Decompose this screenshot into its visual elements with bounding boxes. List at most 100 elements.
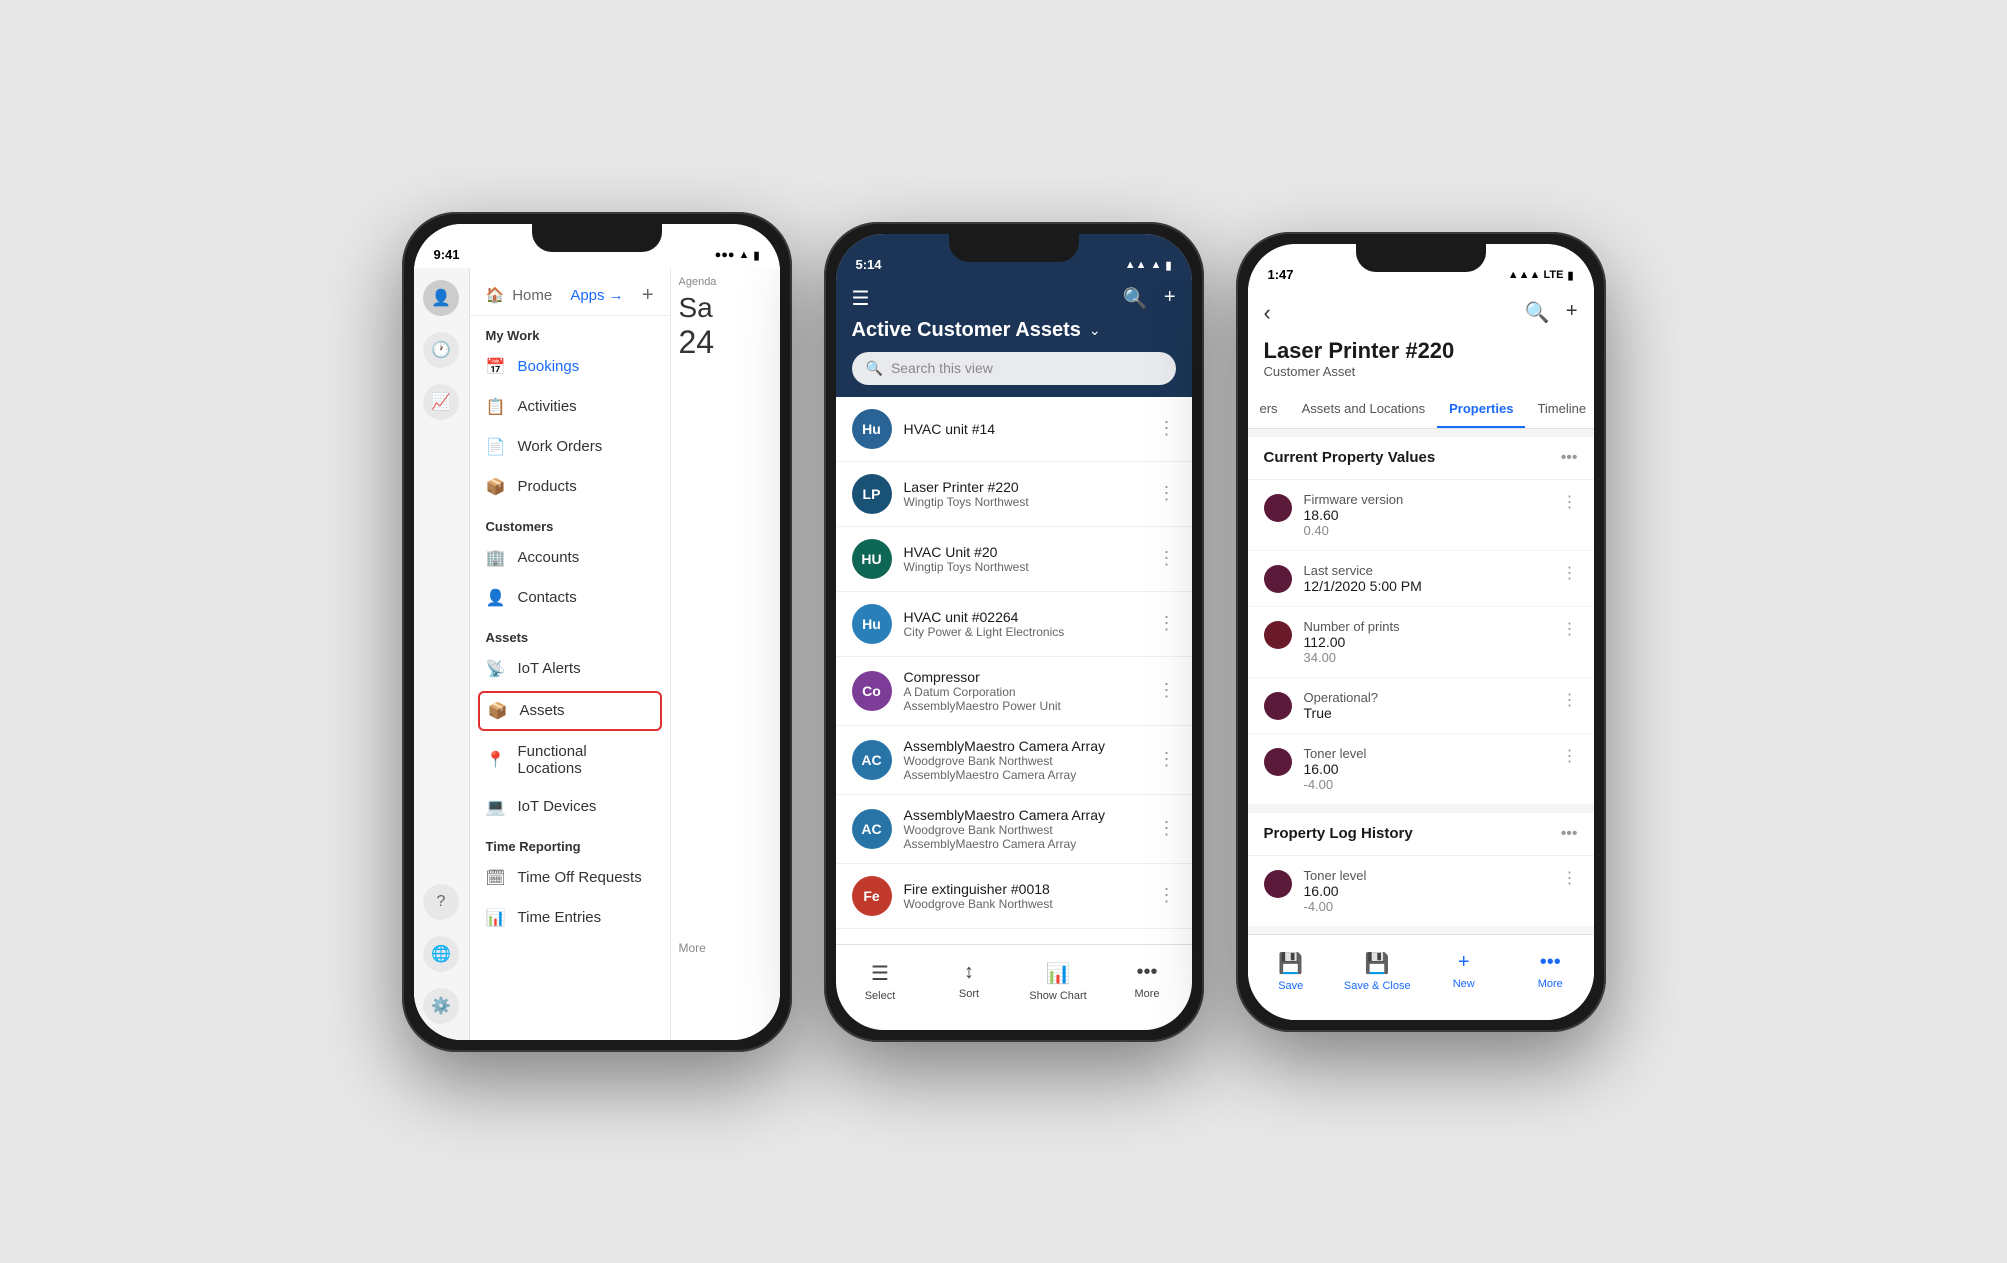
asset-item-3[interactable]: Hu HVAC unit #02264 City Power & Light E…	[836, 592, 1192, 657]
help-icon[interactable]: ?	[423, 884, 459, 920]
select-icon: ☰	[871, 961, 889, 986]
asset-info-6: AssemblyMaestro Camera Array Woodgrove B…	[904, 807, 1146, 851]
time-off-icon: 🗓	[486, 868, 506, 888]
asset-item-4[interactable]: Co Compressor A Datum Corporation Assemb…	[836, 657, 1192, 726]
asset-item-7[interactable]: Fe Fire extinguisher #0018 Woodgrove Ban…	[836, 864, 1192, 929]
more-button-3[interactable]: ••• More	[1507, 943, 1594, 1000]
prop-menu-operational[interactable]: ⋮	[1562, 690, 1578, 710]
back-button[interactable]: ‹	[1264, 300, 1271, 326]
asset-avatar-5: AC	[852, 740, 892, 780]
activities-label: Activities	[518, 398, 577, 415]
asset-more-3[interactable]: ⋮	[1158, 613, 1176, 634]
wifi-icon-2: ▲	[1151, 259, 1162, 271]
settings-icon[interactable]: ⚙️	[423, 988, 459, 1024]
asset-avatar-7: Fe	[852, 876, 892, 916]
prop-value-service: 12/1/2020 5:00 PM	[1304, 578, 1550, 594]
globe-icon[interactable]: 🌐	[423, 936, 459, 972]
p2-search[interactable]: 🔍 Search this view	[852, 352, 1176, 385]
asset-item-6[interactable]: AC AssemblyMaestro Camera Array Woodgrov…	[836, 795, 1192, 864]
nav-contacts[interactable]: 👤 Contacts	[470, 578, 670, 618]
p2-header: ☰ 🔍 + Active Customer Assets ⌄ 🔍 Search …	[836, 278, 1192, 397]
asset-item-2[interactable]: HU HVAC Unit #20 Wingtip Toys Northwest …	[836, 527, 1192, 592]
log-dot-toner	[1264, 870, 1292, 898]
chart-icon[interactable]: 📈	[423, 384, 459, 420]
prop-menu-service[interactable]: ⋮	[1562, 563, 1578, 583]
nav-products[interactable]: 📦 Products	[470, 467, 670, 507]
avatar-icon[interactable]: 👤	[423, 280, 459, 316]
asset-sub-1: Wingtip Toys Northwest	[904, 495, 1146, 509]
asset-item-5[interactable]: AC AssemblyMaestro Camera Array Woodgrov…	[836, 726, 1192, 795]
status-time-1: 9:41	[434, 247, 460, 262]
menu-icon[interactable]: ☰	[852, 286, 870, 311]
nav-bookings[interactable]: 📅 Bookings	[470, 347, 670, 387]
sort-button[interactable]: ↕ Sort	[925, 953, 1014, 1010]
more-button-2[interactable]: ••• More	[1103, 953, 1192, 1010]
prop-menu-toner[interactable]: ⋮	[1562, 746, 1578, 766]
add-icon-2[interactable]: +	[1164, 286, 1176, 311]
home-link[interactable]: 🏠 Home	[486, 286, 553, 304]
chart-button[interactable]: 📊 Show Chart	[1014, 953, 1103, 1010]
prop-menu-firmware[interactable]: ⋮	[1562, 492, 1578, 512]
iot-alerts-label: IoT Alerts	[518, 660, 581, 677]
asset-more-5[interactable]: ⋮	[1158, 749, 1176, 770]
p2-toolbar: ☰ Select ↕ Sort 📊 Show Chart ••• More	[836, 944, 1192, 1030]
asset-item-0[interactable]: Hu HVAC unit #14 ⋮	[836, 397, 1192, 462]
calendar-date: 24	[679, 324, 772, 361]
status-time-3: 1:47	[1268, 267, 1294, 282]
prop-operational[interactable]: Operational? True ⋮	[1248, 678, 1594, 734]
log-toner[interactable]: Toner level 16.00 -4.00 ⋮	[1248, 856, 1594, 927]
nav-iot-alerts[interactable]: 📡 IoT Alerts	[470, 649, 670, 689]
nav-accounts[interactable]: 🏢 Accounts	[470, 538, 670, 578]
select-button[interactable]: ☰ Select	[836, 953, 925, 1010]
current-properties-header: Current Property Values •••	[1248, 437, 1594, 480]
search-icon-2[interactable]: 🔍	[1123, 286, 1148, 311]
property-log-more[interactable]: •••	[1561, 825, 1578, 843]
asset-name-0: HVAC unit #14	[904, 421, 1146, 437]
scene: 9:41 ●●● ▲ ▮ 👤 🕐 📈 ?	[362, 172, 1646, 1092]
prop-value-operational: True	[1304, 705, 1550, 721]
nav-time-entries[interactable]: 📊 Time Entries	[470, 898, 670, 938]
nav-time-off[interactable]: 🗓 Time Off Requests	[470, 858, 670, 898]
new-button[interactable]: + New	[1421, 943, 1508, 1000]
prop-firmware[interactable]: Firmware version 18.60 0.40 ⋮	[1248, 480, 1594, 551]
asset-info-4: Compressor A Datum Corporation AssemblyM…	[904, 669, 1146, 713]
add-icon-3[interactable]: +	[1566, 300, 1578, 325]
time-entries-icon: 📊	[486, 908, 506, 928]
add-button[interactable]: +	[642, 284, 654, 307]
asset-avatar-0: Hu	[852, 409, 892, 449]
log-menu-toner[interactable]: ⋮	[1562, 868, 1578, 888]
asset-more-6[interactable]: ⋮	[1158, 818, 1176, 839]
prop-toner[interactable]: Toner level 16.00 -4.00 ⋮	[1248, 734, 1594, 805]
asset-more-2[interactable]: ⋮	[1158, 548, 1176, 569]
asset-more-7[interactable]: ⋮	[1158, 885, 1176, 906]
nav-assets[interactable]: 📦 Assets	[478, 691, 662, 731]
tab-assets-locations[interactable]: Assets and Locations	[1290, 391, 1438, 428]
asset-more-1[interactable]: ⋮	[1158, 483, 1176, 504]
asset-sub-6b: AssemblyMaestro Camera Array	[904, 837, 1146, 851]
tab-timeline[interactable]: Timeline	[1525, 391, 1593, 428]
save-button[interactable]: 💾 Save	[1248, 943, 1335, 1000]
current-properties-more[interactable]: •••	[1561, 449, 1578, 467]
nav-work-orders[interactable]: 📄 Work Orders	[470, 427, 670, 467]
clock-icon[interactable]: 🕐	[423, 332, 459, 368]
apps-link[interactable]: Apps →	[570, 287, 623, 304]
chevron-down-icon[interactable]: ⌄	[1089, 322, 1101, 339]
save-close-button[interactable]: 💾 Save & Close	[1334, 943, 1421, 1000]
tab-properties[interactable]: Properties	[1437, 391, 1525, 428]
nav-functional-locations[interactable]: 📍 Functional Locations	[470, 733, 670, 787]
nav-activities[interactable]: 📋 Activities	[470, 387, 670, 427]
nav-iot-devices[interactable]: 💻 IoT Devices	[470, 787, 670, 827]
contacts-label: Contacts	[518, 589, 577, 606]
assets-section: Assets	[470, 618, 670, 649]
prop-prints[interactable]: Number of prints 112.00 34.00 ⋮	[1248, 607, 1594, 678]
tab-others[interactable]: ers	[1248, 391, 1290, 428]
asset-info-0: HVAC unit #14	[904, 421, 1146, 437]
asset-sub-2: Wingtip Toys Northwest	[904, 560, 1146, 574]
asset-more-0[interactable]: ⋮	[1158, 418, 1176, 439]
search-icon-3[interactable]: 🔍	[1525, 300, 1550, 325]
asset-item-1[interactable]: LP Laser Printer #220 Wingtip Toys North…	[836, 462, 1192, 527]
asset-more-4[interactable]: ⋮	[1158, 680, 1176, 701]
prop-last-service[interactable]: Last service 12/1/2020 5:00 PM ⋮	[1248, 551, 1594, 607]
contacts-icon: 👤	[486, 588, 506, 608]
prop-menu-prints[interactable]: ⋮	[1562, 619, 1578, 639]
